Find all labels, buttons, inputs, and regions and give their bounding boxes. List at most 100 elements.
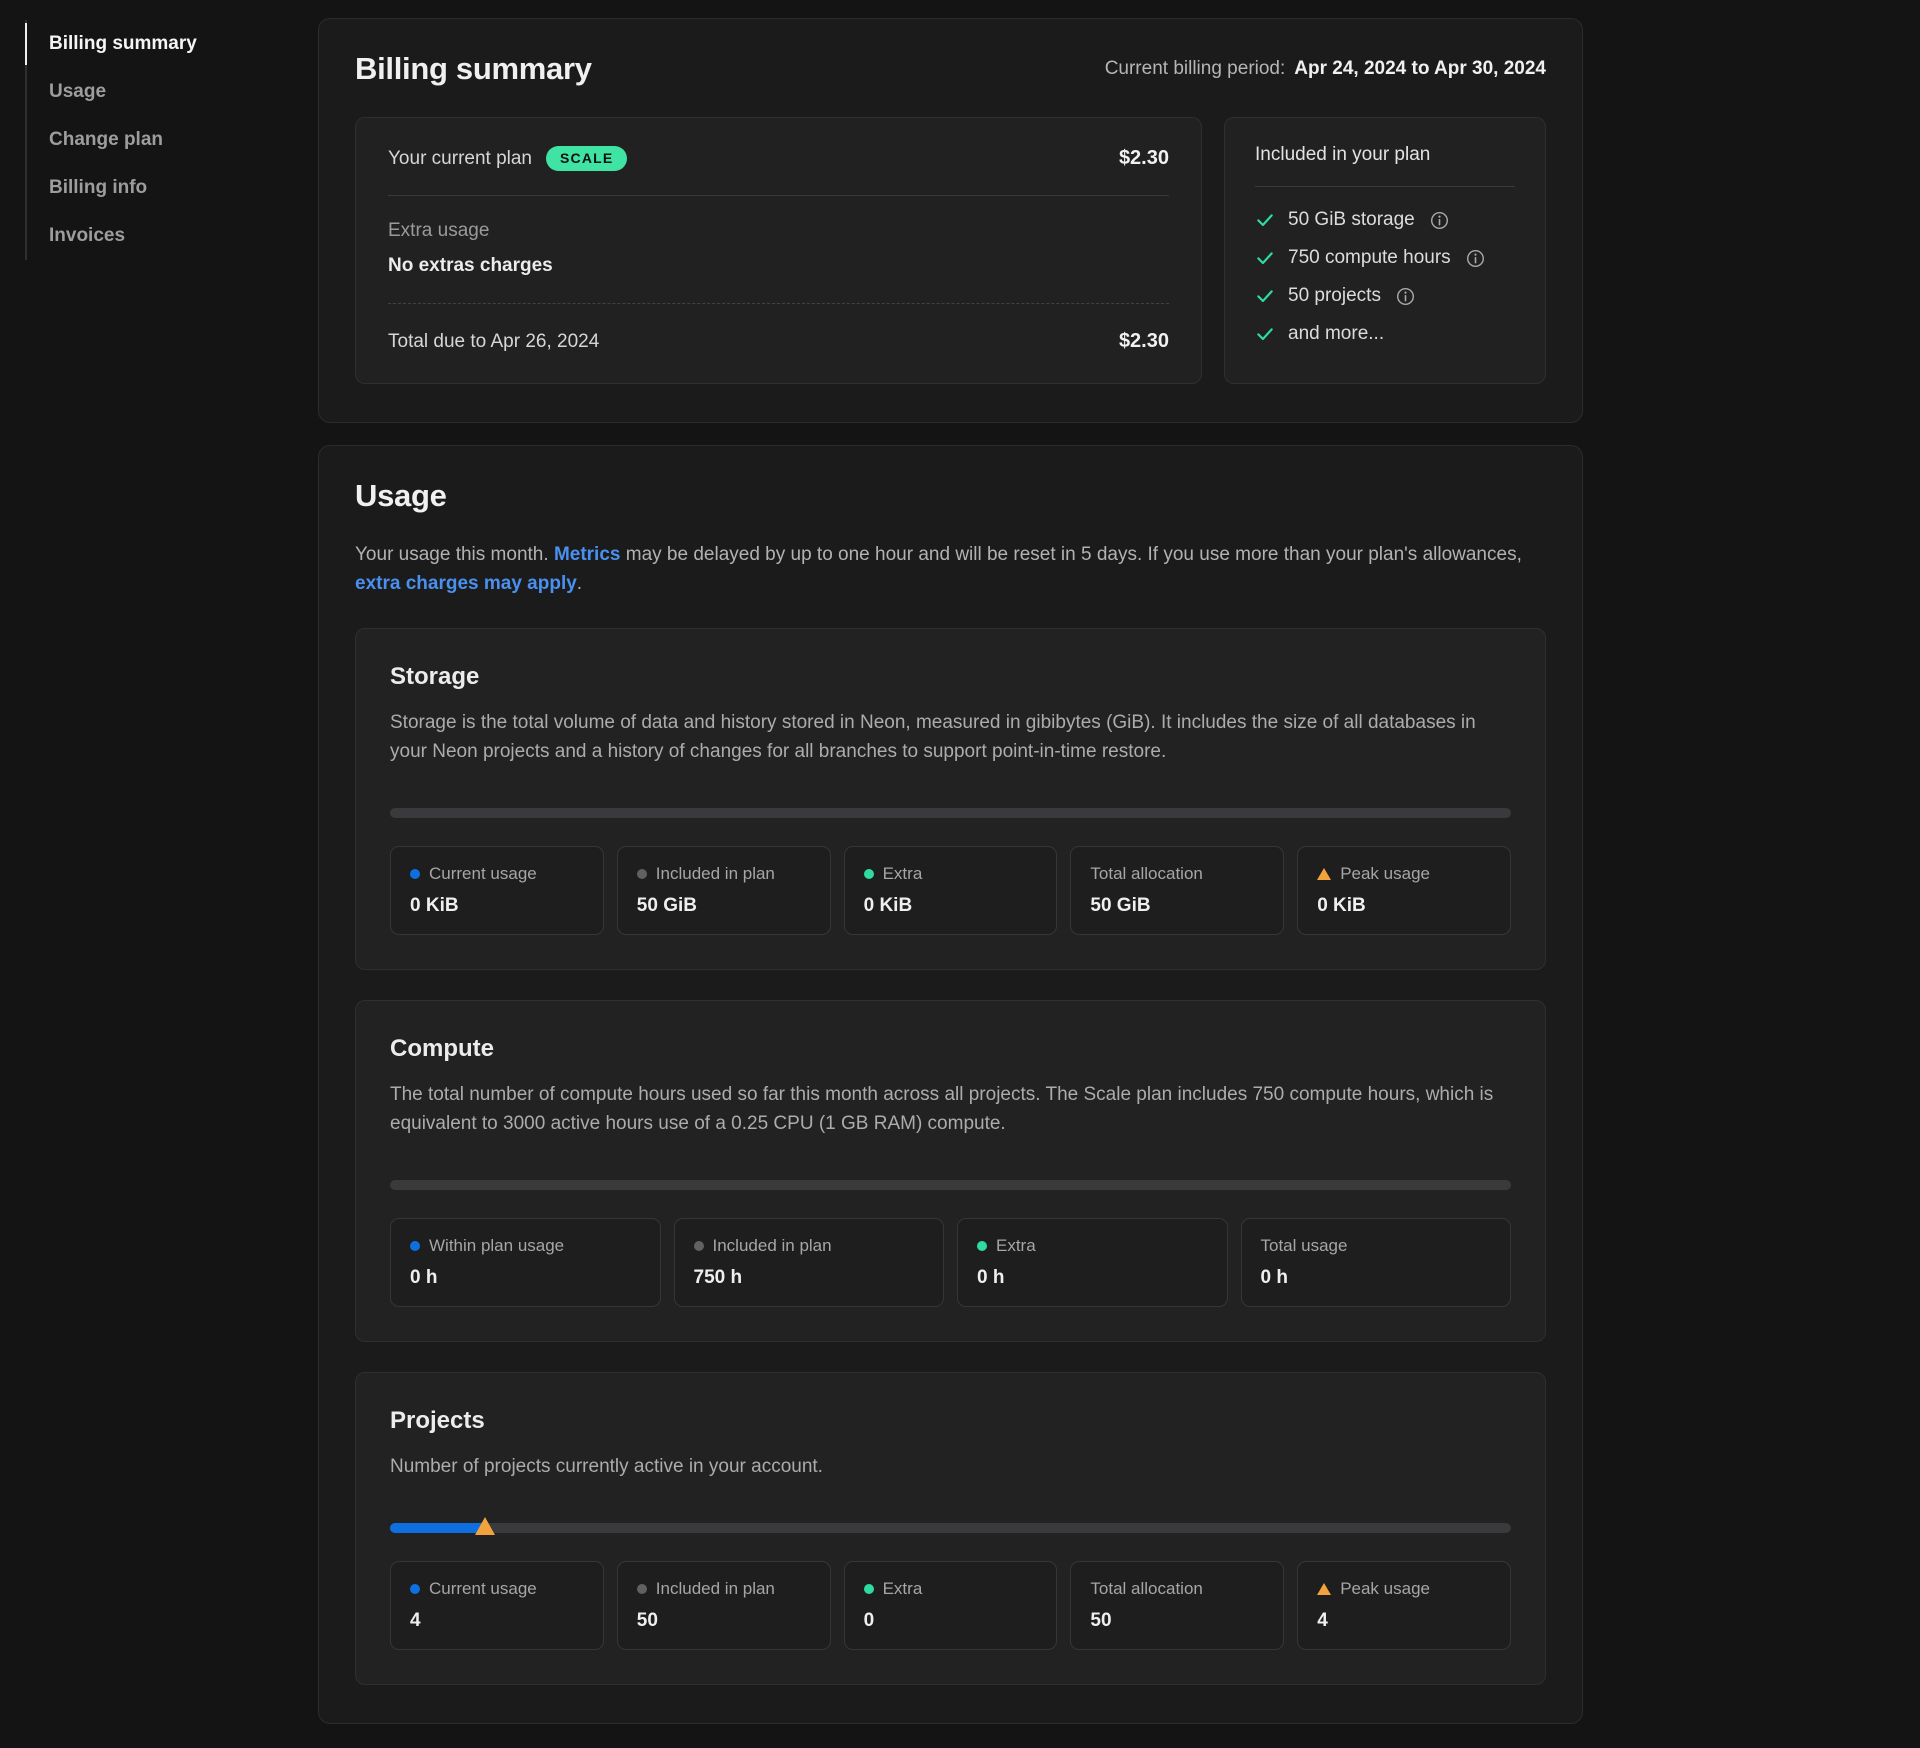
green-dot-icon — [864, 869, 874, 879]
stat-value: 0 h — [977, 1267, 1208, 1289]
stat-value: 0 KiB — [410, 895, 584, 917]
stat-label: Included in plan — [637, 1579, 811, 1599]
info-icon[interactable] — [1430, 211, 1449, 230]
stats-row: Current usage4Included in plan50Extra0To… — [390, 1561, 1511, 1650]
sidebar-item-invoices[interactable]: Invoices — [27, 212, 318, 260]
plan-badge: SCALE — [546, 146, 627, 171]
stat-label-text: Current usage — [429, 864, 537, 884]
usage-text: may be delayed by up to one hour and wil… — [620, 544, 1521, 565]
peak-marker-icon — [475, 1517, 495, 1535]
info-icon[interactable] — [1396, 287, 1415, 306]
stat-value: 0 — [864, 1610, 1038, 1632]
plan-amount: $2.30 — [1119, 147, 1169, 170]
blue-dot-icon — [410, 1241, 420, 1251]
included-item: 750 compute hours — [1255, 239, 1515, 277]
plan-card: Your current plan SCALE $2.30 Extra usag… — [355, 117, 1202, 384]
stat-label: Total allocation — [1090, 1579, 1264, 1599]
stat-label-text: Within plan usage — [429, 1236, 564, 1256]
stat-label-text: Extra — [883, 864, 923, 884]
section-description: The total number of compute hours used s… — [390, 1080, 1511, 1138]
included-list: 50 GiB storage 750 compute hours 50 projec… — [1255, 201, 1515, 353]
stat-label-text: Included in plan — [656, 1579, 775, 1599]
total-due-amount: $2.30 — [1119, 330, 1169, 353]
stat-label: Peak usage — [1317, 864, 1491, 884]
stat-label-text: Extra — [996, 1236, 1036, 1256]
sidebar-item-billing-info[interactable]: Billing info — [27, 164, 318, 212]
stat-box-current-usage: Current usage 4 — [390, 1561, 604, 1650]
stat-value: 0 h — [410, 1267, 641, 1289]
stat-label: Current usage — [410, 1579, 584, 1599]
sidebar-item-change-plan[interactable]: Change plan — [27, 116, 318, 164]
included-item-label: 50 projects — [1288, 285, 1381, 307]
check-icon — [1255, 248, 1275, 268]
stat-box-total-allocation: Total allocation 50 GiB — [1070, 846, 1284, 935]
info-icon[interactable] — [1466, 249, 1485, 268]
stat-box-extra: Extra 0 — [844, 1561, 1058, 1650]
stat-value: 0 h — [1261, 1267, 1492, 1289]
stat-label: Extra — [977, 1236, 1208, 1256]
included-item-label: and more... — [1288, 323, 1384, 345]
stat-box-extra: Extra 0 KiB — [844, 846, 1058, 935]
stat-label-text: Included in plan — [713, 1236, 832, 1256]
usage-section-compute: Compute The total number of compute hours… — [355, 1000, 1546, 1342]
sidebar-item-billing-summary[interactable]: Billing summary — [27, 20, 318, 68]
blue-dot-icon — [410, 869, 420, 879]
billing-period-value: Apr 24, 2024 to Apr 30, 2024 — [1294, 58, 1546, 79]
usage-sections: Storage Storage is the total volume of da… — [355, 628, 1546, 1685]
section-title: Projects — [390, 1407, 1511, 1435]
billing-summary-card: Billing summary Current billing period:A… — [318, 18, 1583, 423]
stat-label-text: Included in plan — [656, 864, 775, 884]
stat-label-text: Current usage — [429, 1579, 537, 1599]
included-item: 50 projects — [1255, 277, 1515, 315]
section-description: Storage is the total volume of data and … — [390, 708, 1511, 766]
blue-dot-icon — [410, 1584, 420, 1594]
stat-label-text: Total usage — [1261, 1236, 1348, 1256]
stat-value: 0 KiB — [1317, 895, 1491, 917]
progress-bar — [390, 808, 1511, 818]
included-item-label: 750 compute hours — [1288, 247, 1451, 269]
stats-row: Current usage0 KiBIncluded in plan50 GiB… — [390, 846, 1511, 935]
stat-value: 50 GiB — [1090, 895, 1264, 917]
total-due-row: Total due to Apr 26, 2024 $2.30 — [356, 304, 1201, 383]
section-description: Number of projects currently active in y… — [390, 1452, 1511, 1481]
extra-usage-value: No extras charges — [388, 255, 1169, 277]
included-item-label: 50 GiB storage — [1288, 209, 1415, 231]
check-icon — [1255, 286, 1275, 306]
stat-box-peak-usage: Peak usage 0 KiB — [1297, 846, 1511, 935]
stat-label-text: Peak usage — [1340, 1579, 1430, 1599]
check-icon — [1255, 210, 1275, 230]
stat-label: Peak usage — [1317, 1579, 1491, 1599]
orange-triangle-icon — [1317, 868, 1331, 880]
stat-box-peak-usage: Peak usage4 — [1297, 1561, 1511, 1650]
stat-label: Within plan usage — [410, 1236, 641, 1256]
summary-row: Your current plan SCALE $2.30 Extra usag… — [355, 117, 1546, 384]
stat-label: Total allocation — [1090, 864, 1264, 884]
section-title: Storage — [390, 663, 1511, 691]
stat-box-within-plan-usage: Within plan usage 0 h — [390, 1218, 661, 1307]
stat-label: Included in plan — [694, 1236, 925, 1256]
usage-card: Usage Your usage this month. Metrics may… — [318, 445, 1583, 1724]
current-plan-row: Your current plan SCALE $2.30 — [356, 118, 1201, 195]
section-title: Compute — [390, 1035, 1511, 1063]
sidebar: Billing summaryUsageChange planBilling i… — [0, 0, 318, 1748]
green-dot-icon — [864, 1584, 874, 1594]
included-item: and more... — [1255, 315, 1515, 353]
stats-row: Within plan usage 0 h Included in plan 750 … — [390, 1218, 1511, 1307]
usage-text: . — [577, 573, 582, 594]
stat-label-text: Extra — [883, 1579, 923, 1599]
green-dot-icon — [977, 1241, 987, 1251]
billing-period: Current billing period:Apr 24, 2024 to A… — [1105, 58, 1546, 80]
usage-description: Your usage this month. Metrics may be de… — [355, 540, 1530, 598]
sidebar-item-usage[interactable]: Usage — [27, 68, 318, 116]
stat-value: 4 — [410, 1610, 584, 1632]
stat-value: 0 KiB — [864, 895, 1038, 917]
stat-box-extra: Extra 0 h — [957, 1218, 1228, 1307]
usage-link[interactable]: Metrics — [554, 544, 621, 565]
stat-box-included-in-plan: Included in plan50 GiB — [617, 846, 831, 935]
stat-box-included-in-plan: Included in plan 750 h — [674, 1218, 945, 1307]
stat-value: 750 h — [694, 1267, 925, 1289]
included-panel: Included in your plan 50 GiB storage750 … — [1224, 117, 1546, 384]
stat-box-total-usage: Total usage 0 h — [1241, 1218, 1512, 1307]
stat-box-total-allocation: Total allocation50 — [1070, 1561, 1284, 1650]
usage-link[interactable]: extra charges may apply — [355, 573, 577, 594]
